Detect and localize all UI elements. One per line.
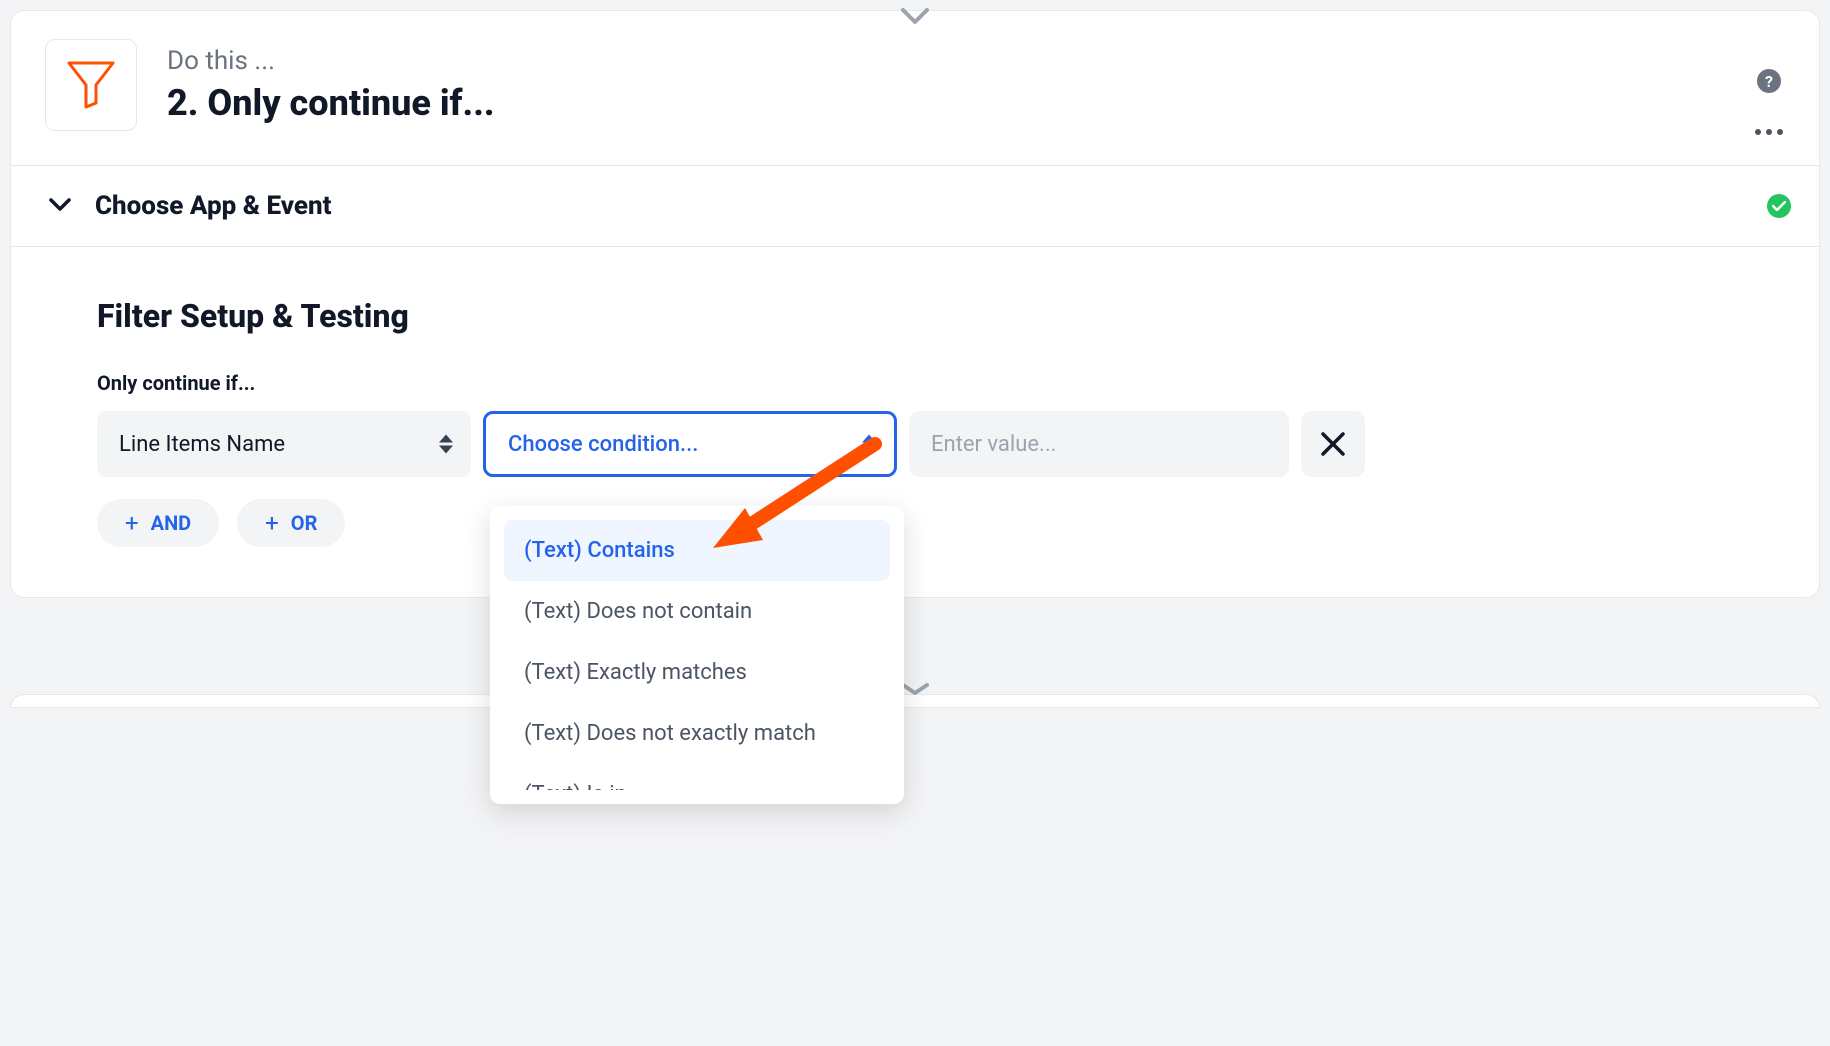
and-label: AND bbox=[151, 511, 192, 535]
setup-title: Filter Setup & Testing bbox=[97, 297, 1733, 335]
continue-label: Only continue if... bbox=[97, 371, 1733, 395]
add-or-button[interactable]: + OR bbox=[237, 499, 345, 547]
field-dropdown[interactable]: Line Items Name bbox=[97, 411, 471, 477]
check-success-icon bbox=[1767, 194, 1791, 218]
dropdown-option-is-in[interactable]: (Text) Is in bbox=[504, 764, 890, 790]
plus-icon: + bbox=[125, 509, 139, 537]
condition-placeholder: Choose condition... bbox=[508, 432, 698, 457]
dropdown-option-exactly-matches[interactable]: (Text) Exactly matches bbox=[504, 642, 890, 703]
or-label: OR bbox=[291, 511, 318, 535]
remove-condition-button[interactable] bbox=[1301, 411, 1365, 477]
app-icon-container bbox=[45, 39, 137, 131]
step-subtitle: Do this ... bbox=[167, 46, 495, 76]
close-icon bbox=[1320, 431, 1346, 457]
add-and-button[interactable]: + AND bbox=[97, 499, 219, 547]
dropdown-option-contains[interactable]: (Text) Contains bbox=[504, 520, 890, 581]
choose-app-event-section[interactable]: Choose App & Event bbox=[11, 165, 1819, 247]
select-arrows-icon bbox=[439, 435, 453, 454]
value-placeholder: Enter value... bbox=[931, 432, 1056, 457]
more-options-button[interactable] bbox=[1755, 129, 1783, 135]
condition-dropdown[interactable]: Choose condition... bbox=[483, 411, 897, 477]
condition-dropdown-menu: (Text) Contains (Text) Does not contain … bbox=[490, 506, 904, 804]
connector-arrow-top bbox=[901, 8, 929, 30]
dropdown-option-not-exactly-match[interactable]: (Text) Does not exactly match bbox=[504, 703, 890, 764]
plus-icon: + bbox=[265, 509, 279, 537]
section-title: Choose App & Event bbox=[95, 191, 331, 221]
filter-icon bbox=[63, 57, 119, 113]
logic-buttons: + AND + OR bbox=[97, 499, 1733, 547]
condition-row: Line Items Name Choose condition... Ente… bbox=[97, 411, 1733, 477]
filter-step-card: Do this ... 2. Only continue if... ? Cho… bbox=[10, 10, 1820, 598]
chevron-down-icon bbox=[49, 197, 71, 216]
dropdown-option-not-contain[interactable]: (Text) Does not contain bbox=[504, 581, 890, 642]
connector-arrow-bottom bbox=[901, 680, 929, 699]
select-arrows-icon bbox=[862, 435, 876, 454]
value-input[interactable]: Enter value... bbox=[909, 411, 1289, 477]
step-header: Do this ... 2. Only continue if... ? bbox=[11, 11, 1819, 165]
step-title: 2. Only continue if... bbox=[167, 82, 495, 124]
field-value: Line Items Name bbox=[119, 432, 285, 457]
help-icon[interactable]: ? bbox=[1757, 69, 1781, 93]
filter-setup-section: Filter Setup & Testing Only continue if.… bbox=[11, 247, 1819, 597]
